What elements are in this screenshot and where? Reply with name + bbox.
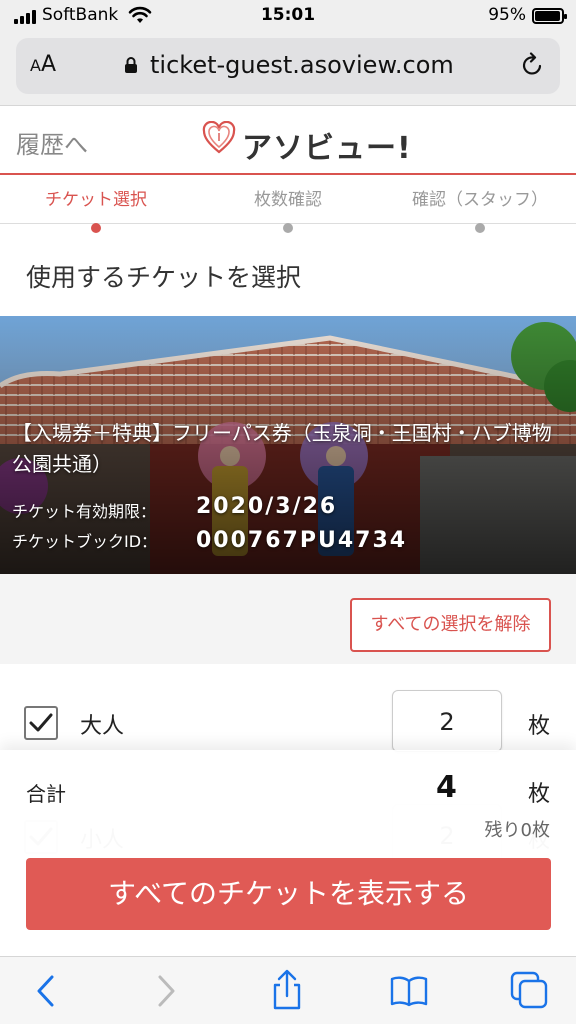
share-icon[interactable] bbox=[270, 969, 304, 1011]
ticket-book-id-value: 000767PU4734 bbox=[196, 528, 408, 553]
step-staff-confirm: 確認（スタッフ） bbox=[402, 185, 558, 233]
ticket-title: 【入場券＋特典】フリーパス券（玉泉洞・王国村・ハブ博物公園共通） bbox=[12, 421, 552, 476]
expiry-label: チケット有効期限： bbox=[12, 502, 157, 521]
bookmarks-icon[interactable] bbox=[390, 975, 428, 1007]
url-text: ticket-guest.asoview.com bbox=[150, 51, 454, 79]
total-unit: 枚 bbox=[528, 782, 551, 807]
tabs-icon[interactable] bbox=[510, 971, 550, 1009]
total-count: 4 bbox=[436, 770, 457, 805]
lock-icon bbox=[125, 57, 137, 73]
battery-percentage: 95% bbox=[488, 5, 526, 25]
step-quantity-confirm: 枚数確認 bbox=[238, 185, 338, 233]
step-dot bbox=[283, 223, 293, 233]
status-bar: SoftBank 15:01 95% bbox=[0, 0, 576, 32]
reload-icon[interactable] bbox=[520, 52, 546, 78]
logo-text: アソビュー! bbox=[242, 131, 412, 166]
ticket-book-id-label: チケットブックID： bbox=[12, 532, 158, 551]
total-panel: 合計 4 枚 残り0枚 すべてのチケットを表示する bbox=[0, 750, 576, 956]
step-indicator: チケット選択 枚数確認 確認（スタッフ） bbox=[0, 177, 576, 237]
browser-address-bar: AA ticket-guest.asoview.com bbox=[0, 32, 576, 106]
battery-icon bbox=[532, 8, 567, 24]
step-ticket-select: チケット選択 bbox=[40, 185, 152, 233]
remaining-count: 残り0枚 bbox=[484, 820, 550, 841]
step-dot bbox=[475, 223, 485, 233]
adult-checkbox[interactable] bbox=[24, 706, 58, 740]
text-size-button[interactable]: AA bbox=[30, 52, 56, 77]
adult-unit: 枚 bbox=[528, 714, 551, 739]
step-dot-active bbox=[91, 223, 101, 233]
checkmark-icon bbox=[29, 713, 53, 732]
total-label: 合計 bbox=[26, 782, 66, 806]
step-label: 枚数確認 bbox=[254, 190, 322, 210]
browser-toolbar bbox=[0, 956, 576, 1024]
back-icon[interactable] bbox=[34, 973, 58, 1009]
adult-label: 大人 bbox=[80, 714, 125, 739]
step-label: チケット選択 bbox=[45, 190, 147, 210]
selection-controls: すべての選択を解除 bbox=[0, 574, 576, 664]
heart-logo-icon bbox=[202, 121, 236, 154]
url-field[interactable]: AA ticket-guest.asoview.com bbox=[16, 38, 560, 94]
clear-selection-button[interactable]: すべての選択を解除 bbox=[350, 598, 551, 652]
expiry-value: 2020/3/26 bbox=[196, 494, 338, 519]
page-title: 使用するチケットを選択 bbox=[26, 263, 302, 292]
show-all-tickets-button[interactable]: すべてのチケットを表示する bbox=[26, 858, 551, 930]
ticket-card: 【入場券＋特典】フリーパス券（玉泉洞・王国村・ハブ博物公園共通） チケット有効期… bbox=[0, 316, 576, 574]
step-label: 確認（スタッフ） bbox=[412, 190, 548, 210]
app-header: 履歴へ アソビュー! bbox=[0, 107, 576, 175]
history-link[interactable]: 履歴へ bbox=[16, 125, 88, 160]
forward-icon[interactable] bbox=[154, 973, 178, 1009]
adult-quantity-input[interactable]: 2 bbox=[392, 690, 502, 752]
